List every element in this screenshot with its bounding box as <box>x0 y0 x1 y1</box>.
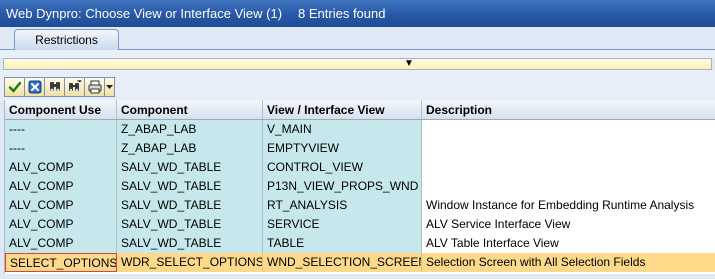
restrictions-area <box>0 50 715 58</box>
column-header-description[interactable]: Description <box>422 100 715 119</box>
cell-description: ALV Service Interface View <box>422 215 715 234</box>
cell-component-use: ---- <box>5 120 117 139</box>
cell-description: ALV Table Interface View <box>422 234 715 253</box>
table-row[interactable]: ---- Z_ABAP_LAB EMPTYVIEW <box>5 139 715 158</box>
cell-component-use: ---- <box>5 139 117 158</box>
cell-component-use: ALV_COMP <box>5 158 117 177</box>
cell-description <box>422 139 715 158</box>
column-header-view[interactable]: View / Interface View <box>263 100 422 119</box>
cell-component: SALV_WD_TABLE <box>117 158 263 177</box>
cell-view: WND_SELECTION_SCREEN <box>263 253 422 272</box>
expand-arrow-icon[interactable]: ▼ <box>404 58 414 70</box>
find-next-icon <box>68 80 82 92</box>
cell-view: CONTROL_VIEW <box>263 158 422 177</box>
dropdown-arrow-icon <box>106 85 113 89</box>
view-selection-table: Component Use Component View / Interface… <box>4 100 715 274</box>
window-title-bar: Web Dynpro: Choose View or Interface Vie… <box>0 0 715 27</box>
cell-view: TABLE <box>263 234 422 253</box>
entries-found-label: 8 Entries found <box>298 6 386 21</box>
cancel-button[interactable] <box>24 77 44 97</box>
cell-view: EMPTYVIEW <box>263 139 422 158</box>
find-next-button[interactable] <box>64 77 84 97</box>
cell-component-use: ALV_COMP <box>5 234 117 253</box>
cell-component: Z_ABAP_LAB <box>117 120 263 139</box>
table-row[interactable]: ALV_COMP SALV_WD_TABLE RT_ANALYSIS Windo… <box>5 196 715 215</box>
table-row[interactable]: ---- Z_ABAP_LAB V_MAIN <box>5 120 715 139</box>
cell-description: Window Instance for Embedding Runtime An… <box>422 196 715 215</box>
column-header-component-use[interactable]: Component Use <box>5 100 117 119</box>
cell-component-use: ALV_COMP <box>5 196 117 215</box>
cell-component: Z_ABAP_LAB <box>117 139 263 158</box>
find-icon <box>49 82 60 92</box>
toolbar <box>4 77 115 97</box>
print-icon <box>88 80 101 94</box>
cell-component-use: ALV_COMP <box>5 177 117 196</box>
find-button[interactable] <box>44 77 64 97</box>
cell-component: SALV_WD_TABLE <box>117 196 263 215</box>
cell-component: WDR_SELECT_OPTIONS <box>117 253 263 272</box>
cell-description <box>422 158 715 177</box>
cell-component-use: SELECT_OPTIONS <box>5 253 117 272</box>
table-header: Component Use Component View / Interface… <box>5 100 715 120</box>
window-title: Web Dynpro: Choose View or Interface Vie… <box>6 6 283 21</box>
table-row-selected[interactable]: SELECT_OPTIONS WDR_SELECT_OPTIONS WND_SE… <box>5 253 715 272</box>
restrictions-toggle-bar[interactable]: ▼ <box>3 58 712 70</box>
table-row[interactable]: ALV_COMP SALV_WD_TABLE SERVICE ALV Servi… <box>5 215 715 234</box>
cancel-icon <box>28 80 41 94</box>
table-row[interactable]: ALV_COMP SALV_WD_TABLE P13N_VIEW_PROPS_W… <box>5 177 715 196</box>
tab-restrictions[interactable]: Restrictions <box>14 29 119 50</box>
cell-view: V_MAIN <box>263 120 422 139</box>
window-bottom-edge <box>0 274 715 279</box>
checkmark-icon <box>8 81 21 93</box>
column-header-component[interactable]: Component <box>117 100 263 119</box>
table-row[interactable]: ALV_COMP SALV_WD_TABLE CONTROL_VIEW <box>5 158 715 177</box>
table-row[interactable]: ALV_COMP SALV_WD_TABLE TABLE ALV Table I… <box>5 234 715 253</box>
cell-component-use: ALV_COMP <box>5 215 117 234</box>
cell-component: SALV_WD_TABLE <box>117 215 263 234</box>
tab-strip: Restrictions <box>0 27 715 50</box>
cell-description <box>422 120 715 139</box>
cell-view: SERVICE <box>263 215 422 234</box>
cell-component: SALV_WD_TABLE <box>117 177 263 196</box>
cell-component: SALV_WD_TABLE <box>117 234 263 253</box>
continue-button[interactable] <box>4 77 24 97</box>
cell-description <box>422 177 715 196</box>
cell-view: RT_ANALYSIS <box>263 196 422 215</box>
print-button[interactable] <box>84 77 104 97</box>
print-options-dropdown[interactable] <box>104 77 115 97</box>
cell-description: Selection Screen with All Selection Fiel… <box>422 253 715 272</box>
cell-view: P13N_VIEW_PROPS_WND <box>263 177 422 196</box>
